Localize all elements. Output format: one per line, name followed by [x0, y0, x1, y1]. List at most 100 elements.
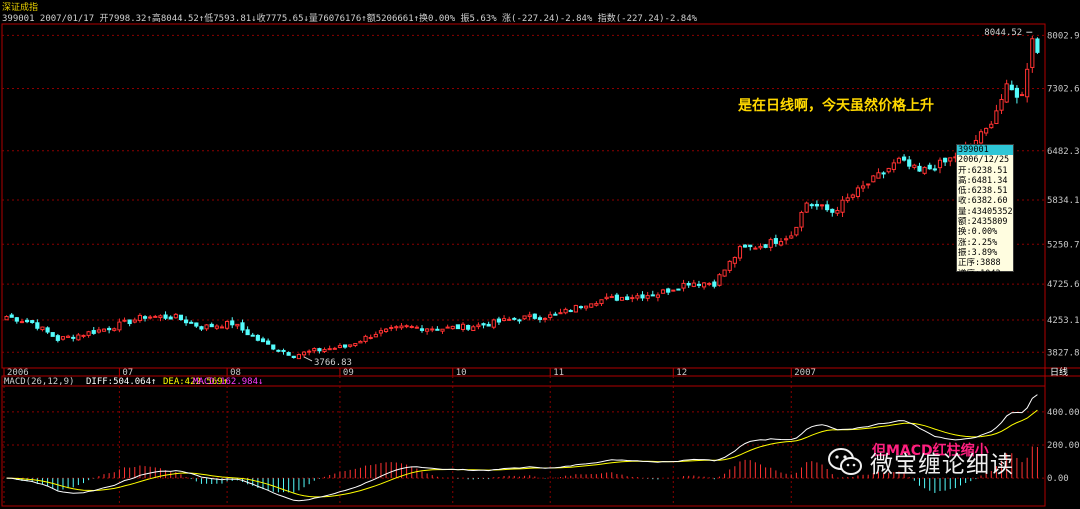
candle-body	[35, 322, 40, 329]
candle-body	[317, 348, 322, 352]
candle-body	[763, 244, 768, 248]
candle-body	[886, 167, 891, 173]
candle-body	[466, 324, 471, 330]
candle-body	[866, 183, 871, 186]
candle	[348, 344, 353, 348]
candle-body	[537, 317, 543, 320]
candle	[466, 324, 471, 332]
candle	[660, 288, 666, 294]
candle	[563, 307, 568, 315]
candle-body	[768, 239, 773, 248]
candle-body	[568, 310, 573, 313]
candle-body	[219, 326, 225, 329]
candle	[835, 206, 840, 216]
candle-body	[578, 306, 584, 309]
candle	[183, 316, 189, 326]
candle-body	[117, 321, 122, 331]
candle	[681, 279, 686, 292]
candle	[573, 304, 578, 313]
candle-body	[799, 211, 804, 228]
candle-body	[178, 314, 184, 321]
period-label[interactable]: 日线	[1050, 366, 1068, 378]
candle	[768, 237, 773, 252]
candle	[178, 314, 184, 321]
candle	[255, 334, 260, 342]
candle	[199, 325, 204, 332]
candle	[784, 235, 789, 245]
price-tick-label: 7302.6	[1047, 85, 1080, 95]
candle	[650, 290, 655, 297]
candle-body	[476, 324, 481, 328]
candle	[932, 164, 937, 172]
candle	[901, 154, 907, 162]
candle	[342, 344, 348, 349]
candle	[368, 334, 373, 340]
candle	[19, 318, 25, 324]
candle-body	[732, 256, 737, 264]
candle	[471, 324, 476, 332]
tooltip-line: 收:6382.60	[958, 196, 1008, 207]
candle	[14, 316, 19, 324]
candle	[194, 322, 199, 328]
candle	[501, 315, 507, 322]
candle	[896, 156, 902, 164]
candle-body	[891, 162, 896, 170]
candle	[225, 320, 230, 330]
candle-body	[686, 282, 691, 286]
price-tick-label: 5250.7	[1047, 240, 1080, 250]
candle-body	[901, 156, 907, 161]
candle-body	[840, 199, 845, 213]
candle	[722, 269, 727, 277]
candle	[91, 326, 96, 335]
candle	[809, 203, 814, 209]
candle	[845, 193, 850, 203]
candle-body	[86, 331, 91, 336]
candle-body	[645, 295, 650, 299]
candle	[881, 171, 886, 179]
candle-body	[1035, 38, 1040, 53]
candle-body	[943, 157, 948, 163]
candle-body	[855, 187, 861, 197]
candle	[753, 246, 758, 250]
quote-info-line: 399001 2007/01/17 开7998.32↑高8044.52↑低759…	[2, 12, 698, 24]
candle-body	[1009, 84, 1014, 91]
candle	[35, 319, 40, 331]
candle	[173, 313, 178, 319]
candle-body	[378, 330, 384, 334]
high-marker-label: 8044.52	[984, 28, 1022, 38]
candle	[404, 324, 409, 329]
candle-body	[250, 334, 255, 337]
candle-body	[24, 319, 30, 323]
candle	[327, 345, 332, 351]
candle	[86, 330, 91, 338]
candle-body	[122, 319, 127, 322]
candle	[732, 256, 737, 268]
candle	[542, 317, 548, 323]
candle	[163, 311, 168, 320]
candle-body	[173, 313, 178, 319]
candle-body	[353, 343, 358, 347]
candlestick-chart[interactable]: 深证成指 399001 2007/01/17 开7998.32↑高8044.52…	[0, 0, 1080, 509]
candle-body	[435, 328, 440, 331]
candle	[214, 324, 219, 330]
annotation-daily: 是在日线啊，今天虽然价格上升	[738, 98, 934, 114]
tooltip-line: 涨:2.25%	[958, 237, 998, 248]
candle	[825, 200, 830, 212]
candle	[112, 327, 117, 332]
price-grid	[2, 34, 1045, 353]
candle	[332, 346, 337, 350]
candle-body	[440, 328, 445, 332]
candle-body	[994, 110, 999, 125]
price-tick-label: 6482.3	[1047, 147, 1080, 157]
candle	[4, 315, 9, 321]
candle-body	[296, 354, 301, 360]
candle-body	[389, 326, 394, 329]
candle	[230, 317, 235, 329]
candle	[50, 332, 55, 337]
candle	[24, 317, 30, 324]
candle-body	[599, 299, 604, 305]
candle-body	[30, 320, 35, 323]
candle	[758, 243, 763, 250]
candle-body	[696, 283, 702, 286]
candle-body	[522, 315, 527, 320]
